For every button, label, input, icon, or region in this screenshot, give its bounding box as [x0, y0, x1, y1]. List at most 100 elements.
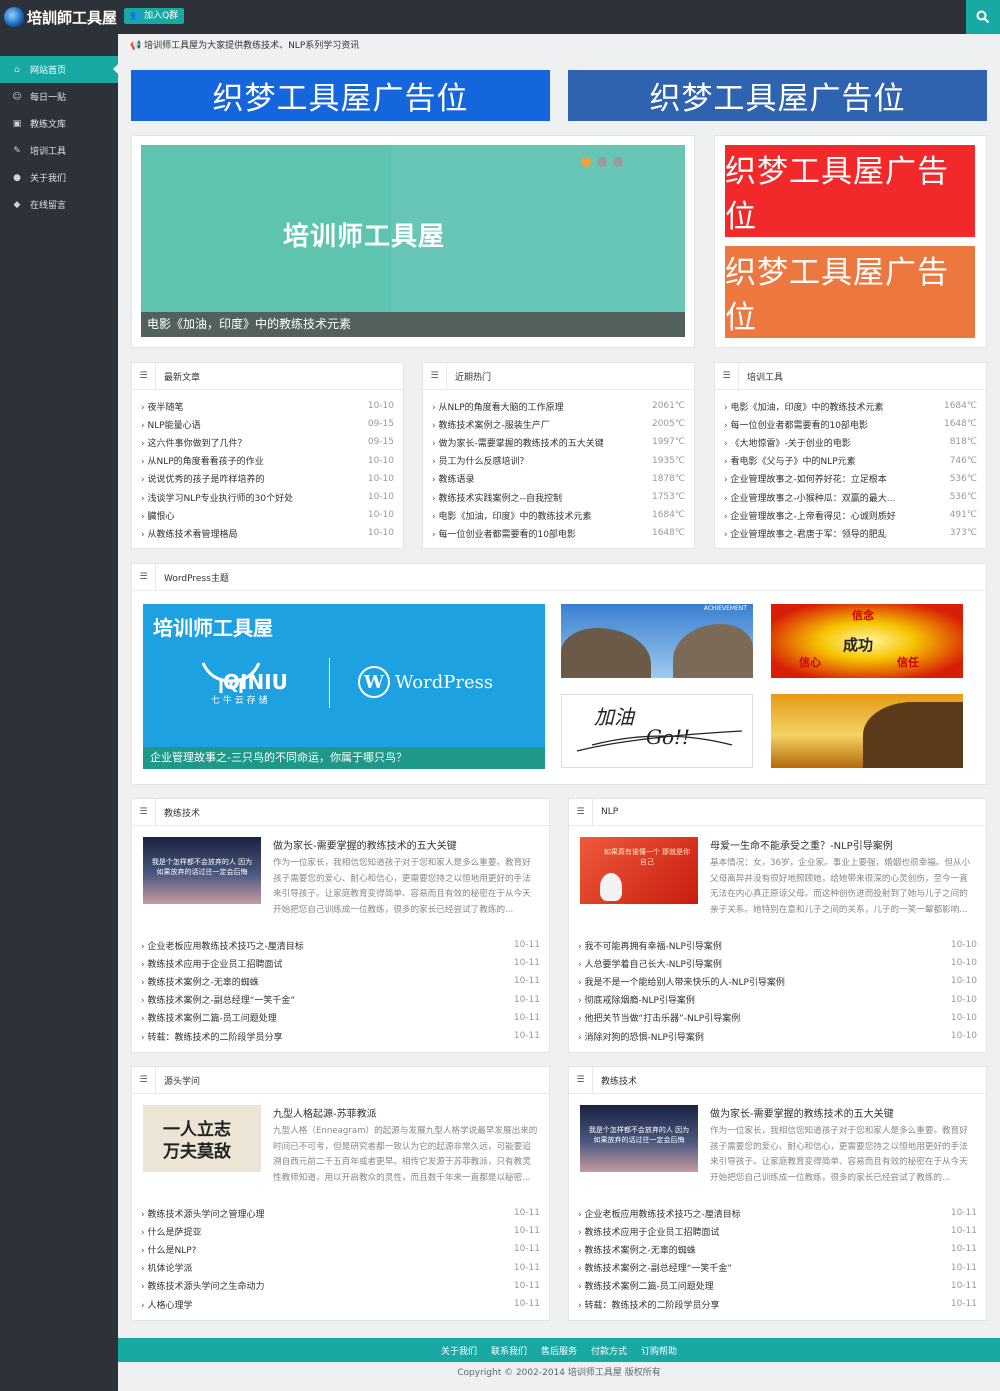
- list-item-title[interactable]: 他把关节当做“打击乐器”-NLP引导案例: [578, 1011, 740, 1024]
- feature-article[interactable]: 我是个怎样都不会放弃的人 因为如果放弃的话过往一定会后悔 做为家长-需要掌握的教…: [143, 837, 539, 935]
- ad-side-2[interactable]: 织梦工具屋广告位: [725, 246, 975, 338]
- list-item-title[interactable]: 教练技术应用于企业员工招聘面试: [141, 957, 282, 970]
- list-item-title[interactable]: 浅谈学习NLP专业执行师的30个好处: [141, 491, 293, 504]
- list-item[interactable]: 教练技术案例之-副总经理“一笑千金” 10-11: [141, 991, 540, 1009]
- list-item[interactable]: 企业老板应用教练技术技巧之-厘清目标 10-11: [578, 1204, 977, 1222]
- list-item[interactable]: 教练技术案例之-无辜的蜘蛛 10-11: [141, 972, 540, 990]
- list-item-title[interactable]: 教练技术案例之-服装生产厂: [432, 418, 549, 431]
- wordpress-feature-image[interactable]: 培训师工具屋 QINIU 七 牛 云 存 储 W WordPress 企业管理故…: [143, 604, 545, 769]
- list-item-title[interactable]: 企业管理故事之-上帝看得见：心诚则质好: [724, 509, 895, 522]
- list-item-title[interactable]: 什么是NLP?: [141, 1243, 196, 1256]
- list-item-title[interactable]: 消除对狗的恐惧-NLP引导案例: [578, 1030, 703, 1043]
- list-item[interactable]: 这六件事你做到了几件？ 09-15: [141, 433, 394, 451]
- list-item[interactable]: 机体论学派 10-11: [141, 1259, 540, 1277]
- ad-banner-2[interactable]: 织梦工具屋广告位: [568, 70, 987, 121]
- footer-link-contact[interactable]: 联系我们: [491, 1344, 527, 1357]
- list-item-title[interactable]: 什么是萨提亚: [141, 1225, 201, 1238]
- list-item-title[interactable]: 企业管理故事之-小猴种瓜：双赢的最大...: [724, 491, 895, 504]
- list-item[interactable]: 教练技术实践案例之--自我控制 1753℃: [432, 488, 685, 506]
- sidebar-item-about[interactable]: ● 关于我们: [0, 164, 118, 191]
- list-item[interactable]: 每一位创业者都需要看的10部电影 1648℃: [432, 524, 685, 542]
- list-item-title[interactable]: 电影《加油，印度》中的教练技术元素: [432, 509, 591, 522]
- site-logo[interactable]: 培訓師工具屋: [0, 0, 118, 34]
- slider-dot[interactable]: [597, 157, 607, 167]
- slider-dot[interactable]: [581, 157, 591, 167]
- slide-caption[interactable]: 电影《加油，印度》中的教练技术元素: [141, 312, 685, 337]
- list-item-title[interactable]: 从NLP的角度看大脑的工作原理: [432, 400, 563, 413]
- list-item-title[interactable]: 说说优秀的孩子是咋样培养的: [141, 472, 264, 485]
- list-item-title[interactable]: 电影《加油，印度》中的教练技术元素: [724, 400, 883, 413]
- list-item-title[interactable]: 机体论学派: [141, 1261, 192, 1274]
- list-item-title[interactable]: 彻底戒除烟瘾-NLP引导案例: [578, 993, 694, 1006]
- list-item-title[interactable]: 每一位创业者都需要看的10部电影: [432, 527, 575, 540]
- list-item-title[interactable]: 教练语录: [432, 472, 474, 485]
- list-item[interactable]: 员工为什么反感培训？ 1935℃: [432, 452, 685, 470]
- list-item-title[interactable]: 教练技术源头学问之管理心理: [141, 1207, 264, 1220]
- list-item-title[interactable]: 从教练技术看管理格局: [141, 527, 237, 540]
- list-item-title[interactable]: 教练技术源头学问之生命动力: [141, 1279, 264, 1292]
- list-item[interactable]: 说说优秀的孩子是咋样培养的 10-10: [141, 470, 394, 488]
- list-item-title[interactable]: 企业管理故事之-如何养好花：立足根本: [724, 472, 886, 485]
- list-item-title[interactable]: 企业老板应用教练技术技巧之-厘清目标: [578, 1207, 740, 1220]
- sidebar-item-daily[interactable]: ☺ 每日一贴: [0, 83, 118, 110]
- list-item-title[interactable]: 教练技术案例之-副总经理“一笑千金”: [578, 1261, 732, 1274]
- list-item-title[interactable]: 《大地惊雷》-关于创业的电影: [724, 436, 850, 449]
- gallery-thumb-go[interactable]: 加油 Go!!: [561, 694, 753, 768]
- list-item-title[interactable]: 企业老板应用教练技术技巧之-厘清目标: [141, 939, 303, 952]
- list-item[interactable]: 企业老板应用教练技术技巧之-厘清目标 10-11: [141, 936, 540, 954]
- list-item[interactable]: 企业管理故事之-小猴种瓜：双赢的最大... 536℃: [724, 488, 977, 506]
- list-item-title[interactable]: 转载：教练技术的二阶段学员分享: [578, 1298, 719, 1311]
- list-item-title[interactable]: 教练技术案例二篇-员工问题处理: [141, 1011, 276, 1024]
- list-item-title[interactable]: 员工为什么反感培训？: [432, 454, 528, 467]
- list-item[interactable]: 从NLP的角度看大脑的工作原理 2061℃: [432, 397, 685, 415]
- list-item[interactable]: 我是不是一个能给别人带来快乐的人-NLP引导案例 10-10: [578, 972, 977, 990]
- feature-article[interactable]: 我是个怎样都不会放弃的人 因为如果放弃的话过往一定会后悔 做为家长-需要掌握的教…: [580, 1105, 976, 1203]
- search-button[interactable]: [966, 0, 1000, 34]
- list-item-title[interactable]: 每一位创业者都需要看的10部电影: [724, 418, 867, 431]
- list-item-title[interactable]: 看电影《父与子》中的NLP元素: [724, 454, 855, 467]
- list-item[interactable]: 教练语录 1878℃: [432, 470, 685, 488]
- list-item[interactable]: 臓恨心 10-10: [141, 506, 394, 524]
- list-item-title[interactable]: 人格心理学: [141, 1298, 192, 1311]
- ad-side-1[interactable]: 织梦工具屋广告位: [725, 145, 975, 237]
- list-item[interactable]: 什么是萨提亚 10-11: [141, 1222, 540, 1240]
- list-item-title[interactable]: 教练技术案例之-无辜的蜘蛛: [141, 975, 258, 988]
- list-item[interactable]: 人总要学着自己长大-NLP引导案例 10-10: [578, 954, 977, 972]
- feature-article[interactable]: 一人立志 万夫莫敌 九型人格起源-苏菲教派 九型人格（Enneagram）的起源与…: [143, 1105, 539, 1203]
- list-item[interactable]: 浅谈学习NLP专业执行师的30个好处 10-10: [141, 488, 394, 506]
- sidebar-item-tools[interactable]: ✎ 培训工具: [0, 137, 118, 164]
- list-item[interactable]: 什么是NLP? 10-11: [141, 1240, 540, 1258]
- list-item[interactable]: 教练技术源头学问之管理心理 10-11: [141, 1204, 540, 1222]
- list-item[interactable]: 《大地惊雷》-关于创业的电影 818℃: [724, 433, 977, 451]
- list-item[interactable]: 电影《加油，印度》中的教练技术元素 1684℃: [724, 397, 977, 415]
- ad-banner-1[interactable]: 织梦工具屋广告位: [131, 70, 550, 121]
- join-qq-group-button[interactable]: 👥 加入Q群: [124, 8, 185, 24]
- list-item-title[interactable]: 我不可能再拥有幸福-NLP引导案例: [578, 939, 721, 952]
- list-item[interactable]: 转载：教练技术的二阶段学员分享 10-11: [141, 1027, 540, 1045]
- list-item[interactable]: 看电影《父与子》中的NLP元素 746℃: [724, 452, 977, 470]
- list-item-title[interactable]: 从NLP的角度看看孩子的作业: [141, 454, 263, 467]
- footer-link-service[interactable]: 售后服务: [541, 1344, 577, 1357]
- list-item-title[interactable]: NLP能量心语: [141, 418, 200, 431]
- list-item-title[interactable]: 臓恨心: [141, 509, 174, 522]
- footer-link-help[interactable]: 订购帮助: [641, 1344, 677, 1357]
- gallery-thumb-achievement[interactable]: ACHIEVEMENT: [561, 604, 753, 678]
- list-item[interactable]: 教练技术案例之-副总经理“一笑千金” 10-11: [578, 1259, 977, 1277]
- footer-link-payment[interactable]: 付款方式: [591, 1344, 627, 1357]
- list-item[interactable]: 企业管理故事之-君唐于军：领导的肥乱 373℃: [724, 524, 977, 542]
- slider[interactable]: 培训师工具屋 电影《加油，印度》中的教练技术元素: [141, 145, 685, 337]
- list-item[interactable]: 教练技术应用于企业员工招聘面试 10-11: [578, 1222, 977, 1240]
- list-item-title[interactable]: 这六件事你做到了几件？: [141, 436, 246, 449]
- feature-article[interactable]: 如果真有谁懂一个 那就是你自己 母爱一生命不能承受之重？-NLP引导案例 基本情况…: [580, 837, 976, 935]
- slider-dot[interactable]: [613, 157, 623, 167]
- feature-title[interactable]: 做为家长-需要掌握的教练技术的五大关键: [710, 1105, 976, 1120]
- list-item[interactable]: 我不可能再拥有幸福-NLP引导案例 10-10: [578, 936, 977, 954]
- list-item[interactable]: 夜半随笔 10-10: [141, 397, 394, 415]
- gallery-thumb-success[interactable]: 信念 成功 信心 信任: [771, 604, 963, 678]
- feature-caption[interactable]: 企业管理故事之-三只鸟的不同命运，你属于哪只鸟？: [143, 747, 545, 769]
- list-item[interactable]: 消除对狗的恐惧-NLP引导案例 10-10: [578, 1027, 977, 1045]
- list-item[interactable]: 教练技术案例二篇-员工问题处理 10-11: [578, 1277, 977, 1295]
- list-item[interactable]: 他把关节当做“打击乐器”-NLP引导案例 10-10: [578, 1009, 977, 1027]
- sidebar-item-message[interactable]: ◆ 在线留言: [0, 191, 118, 218]
- list-item-title[interactable]: 企业管理故事之-君唐于军：领导的肥乱: [724, 527, 886, 540]
